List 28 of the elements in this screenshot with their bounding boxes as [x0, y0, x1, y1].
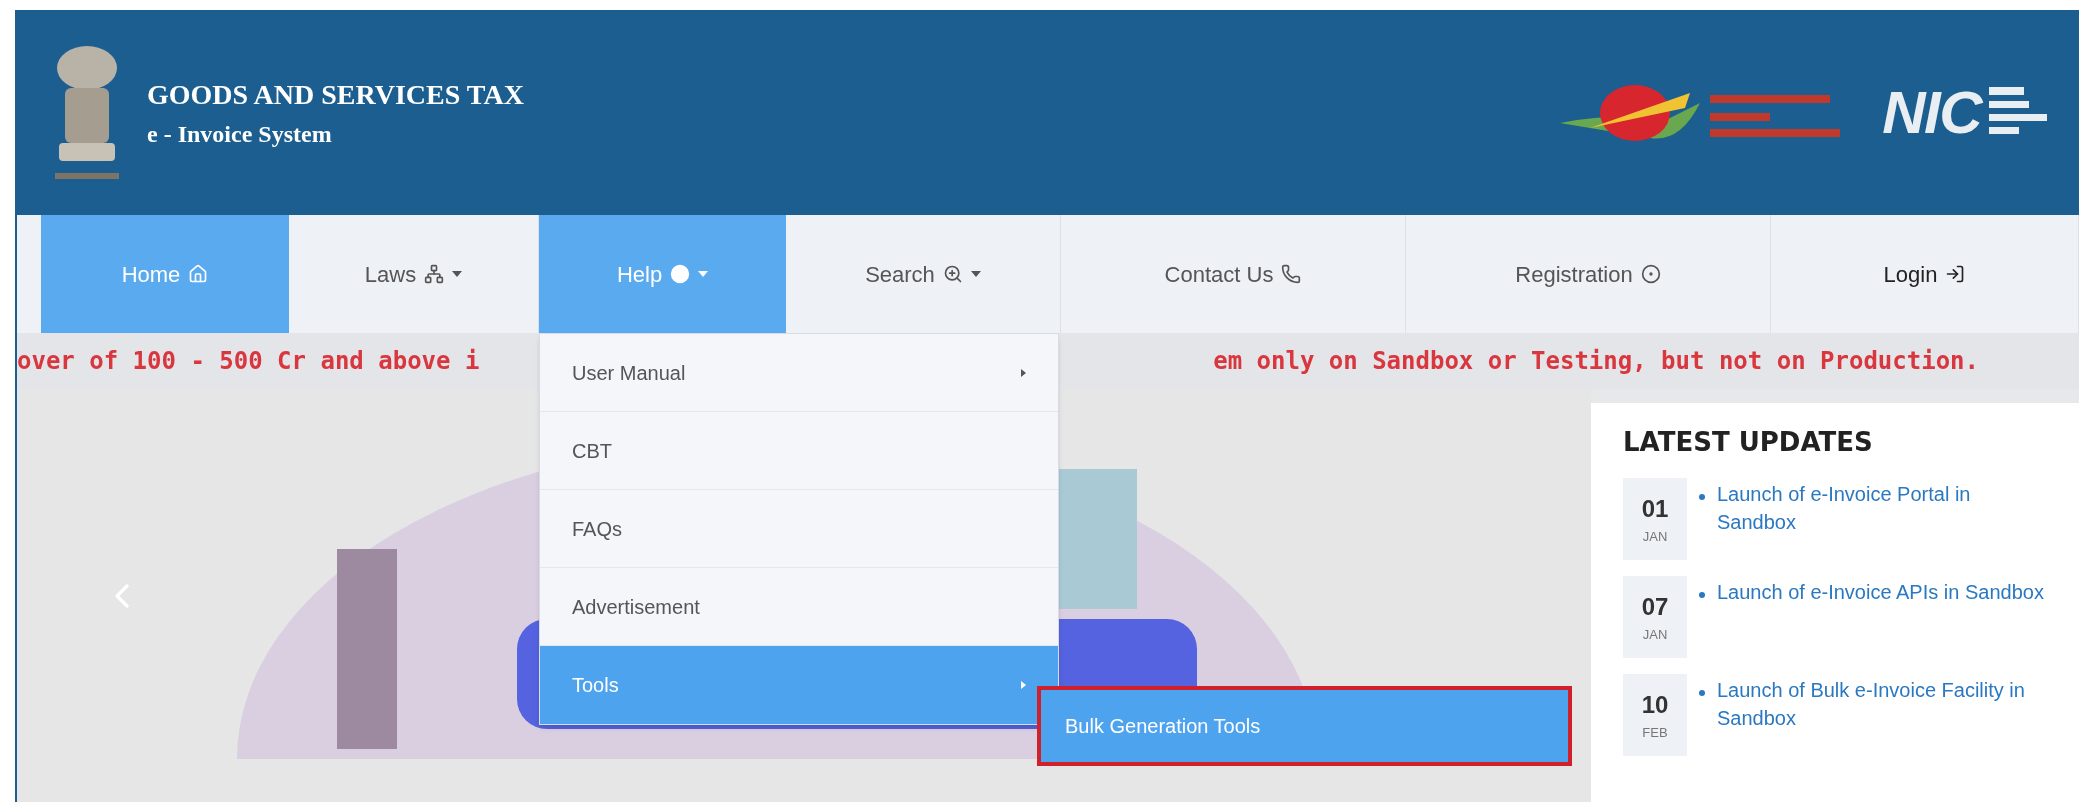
- site-title: GOODS AND SERVICES TAX: [147, 77, 524, 112]
- bullet-icon: [1699, 690, 1705, 696]
- nav-item[interactable]: Search: [786, 215, 1061, 333]
- update-link[interactable]: Launch of e-Invoice Portal in Sandbox: [1717, 478, 2047, 536]
- home-icon: [188, 264, 209, 284]
- date-month: FEB: [1642, 724, 1668, 743]
- menu-item[interactable]: User Manual: [540, 334, 1058, 412]
- update-link[interactable]: Launch of e-Invoice APIs in Sandbox: [1717, 576, 2044, 606]
- circle-dot-icon: [1640, 264, 1661, 284]
- date-day: 01: [1641, 491, 1669, 528]
- zoom-icon: [942, 264, 963, 284]
- bullet-icon: [1699, 592, 1705, 598]
- nic-logo: NIC: [1882, 82, 1981, 143]
- marquee-text: over of 100 - 500 Cr and above i: [17, 346, 480, 377]
- date-month: JAN: [1642, 528, 1668, 547]
- panel-title: LATEST UPDATES: [1623, 426, 1874, 459]
- bullet-icon: [1699, 494, 1705, 500]
- phone-icon: [1281, 264, 1302, 284]
- update-link[interactable]: Launch of Bulk e-Invoice Facility in Sandbox: [1717, 674, 2047, 732]
- date-day: 07: [1641, 589, 1669, 626]
- marquee-text: em only on Sandbox or Testing, but not on Production.: [1213, 346, 1979, 377]
- menu-item[interactable]: FAQs: [540, 490, 1058, 568]
- sitemap-icon: [424, 264, 445, 284]
- date-month: JAN: [1642, 626, 1668, 645]
- site-subtitle: e - Invoice System: [147, 119, 333, 149]
- date-day: 10: [1641, 687, 1669, 724]
- login-icon: [1945, 264, 1966, 284]
- menu-item[interactable]: CBT: [540, 412, 1058, 490]
